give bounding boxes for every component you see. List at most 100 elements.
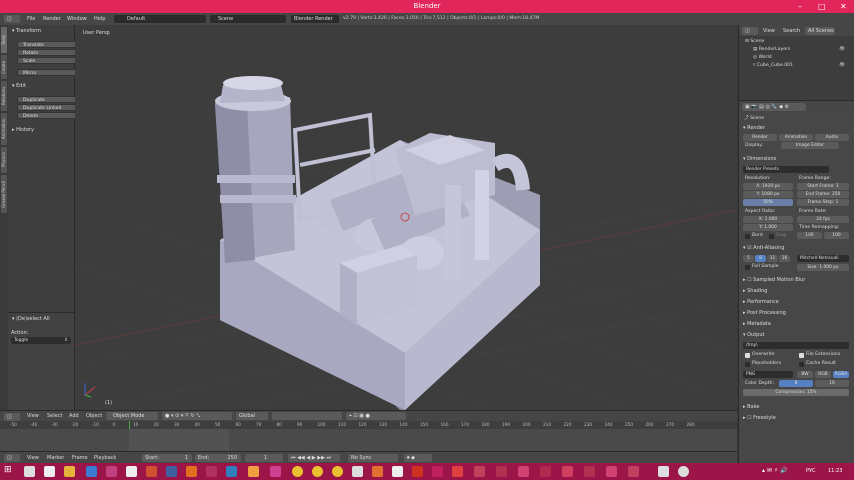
translate-button[interactable]: Translate <box>17 41 78 48</box>
transform-panel-header[interactable]: ▾ Transform <box>12 28 41 34</box>
playback-controls[interactable]: ⏮ ◀◀ ◀ ▶ ▶▶ ⏭ <box>288 454 340 462</box>
blender-icon[interactable] <box>248 466 259 477</box>
tab-physics[interactable]: Physics <box>1 147 7 173</box>
history-panel-header[interactable]: ▸ History <box>12 127 34 133</box>
taskbar-app-icon[interactable] <box>658 466 669 477</box>
menu-file[interactable]: File <box>27 16 35 22</box>
taskbar-app-icon[interactable] <box>628 466 639 477</box>
menu-window[interactable]: Window <box>67 16 87 22</box>
taskbar-app-icon[interactable] <box>270 466 281 477</box>
timeline-menu-marker[interactable]: Marker <box>47 455 64 461</box>
aa-panel-header[interactable]: ▾ ☑ Anti-Aliasing <box>743 245 784 251</box>
taskbar-app-icon[interactable] <box>606 466 617 477</box>
aa-size-field[interactable]: Size: 1.000 px <box>797 264 849 271</box>
rgba-button[interactable]: RGBA <box>833 371 849 378</box>
start-frame-prop-field[interactable]: Start Frame: 1 <box>797 183 849 190</box>
aa-filter-dropdown[interactable]: Mitchell-Netravali <box>797 255 849 262</box>
render-panel-header[interactable]: ▾ Render <box>743 125 765 131</box>
action-dropdown[interactable]: Toggle ⇕ <box>11 337 71 344</box>
rotate-button[interactable]: Rotate <box>17 49 78 56</box>
taskbar-app-icon[interactable] <box>226 466 237 477</box>
scene-selector[interactable]: Scene <box>210 15 286 23</box>
menu-render[interactable]: Render <box>43 16 61 22</box>
dimensions-panel-header[interactable]: ▾ Dimensions <box>743 156 776 162</box>
orientation-selector[interactable]: Global <box>236 412 268 420</box>
outliner-item-scene[interactable]: ⊟ Scene <box>745 39 764 44</box>
taskbar-app-icon[interactable] <box>412 466 423 477</box>
taskbar-app-icon[interactable] <box>562 466 573 477</box>
snap-tools[interactable]: ⌖ ⊡ ▣ ● <box>346 412 406 420</box>
rgb-button[interactable]: RGB <box>815 371 831 378</box>
taskbar-app-icon[interactable] <box>474 466 485 477</box>
tab-tools[interactable]: Tools <box>1 27 7 53</box>
view3d-editor-icon[interactable]: ◫ <box>4 413 20 421</box>
tray-icons[interactable]: ▴ ✉ ⚡ 🔊 <box>762 467 787 474</box>
mirror-button[interactable]: Mirror <box>17 69 78 76</box>
depth-16-button[interactable]: 16 <box>815 380 849 387</box>
display-dropdown[interactable]: Image Editor <box>781 142 839 149</box>
end-frame-field[interactable]: End: 250 <box>195 454 241 462</box>
resolution-percentage-slider[interactable]: 50% <box>743 199 793 206</box>
panel-shading[interactable]: ▸ Shading <box>743 288 767 294</box>
taskbar-app-icon[interactable] <box>44 466 55 477</box>
timeline-editor-icon[interactable]: ◫ <box>4 454 20 462</box>
panel-metadata[interactable]: ▸ Metadata <box>743 321 771 327</box>
placeholders-checkbox[interactable] <box>745 362 750 367</box>
timeline[interactable]: -50 -40 -30 -20 -10 0 10 20 30 40 50 60 70 80 90 100 110… <box>0 421 737 451</box>
full-sample-checkbox[interactable] <box>745 265 750 270</box>
aa-5-button[interactable]: 5 <box>743 255 754 262</box>
depth-8-button[interactable]: 8 <box>779 380 813 387</box>
visibility-icon[interactable]: 👁 <box>839 63 845 68</box>
panel-bake[interactable]: ▸ Bake <box>743 404 759 410</box>
menu-object[interactable]: Object <box>86 413 102 419</box>
close-icon[interactable]: ✕ <box>840 2 847 11</box>
panel-performance[interactable]: ▸ Performance <box>743 299 779 305</box>
folder-icon[interactable] <box>64 466 75 477</box>
border-checkbox[interactable] <box>745 234 750 239</box>
render-presets-dropdown[interactable]: Render Presets <box>743 166 829 173</box>
taskbar-app-icon[interactable] <box>166 466 177 477</box>
tab-grease-pencil[interactable]: Grease Pencil <box>1 175 7 213</box>
layout-selector[interactable]: Default <box>114 15 206 23</box>
duplicate-button[interactable]: Duplicate <box>17 96 78 103</box>
taskbar-app-icon[interactable] <box>292 466 303 477</box>
timeline-menu-playback[interactable]: Playback <box>94 455 116 461</box>
clock[interactable]: 11:23 <box>828 468 842 474</box>
compression-slider[interactable]: Compression: 15% <box>743 389 849 396</box>
property-context-tabs[interactable]: ▣ 📷 ▤ ◎ 🔧 ◆ ⚙ <box>742 103 806 111</box>
resolution-y-field[interactable]: Y: 1080 px <box>743 191 793 198</box>
outliner-item-renderlayers[interactable]: ▤ RenderLayers <box>753 47 790 52</box>
file-format-dropdown[interactable]: PNG <box>743 371 793 378</box>
taskbar-app-icon[interactable] <box>392 466 403 477</box>
aa-11-button[interactable]: 11 <box>767 255 778 262</box>
render-image-button[interactable]: Render <box>743 134 777 141</box>
taskbar-app-icon[interactable] <box>106 466 117 477</box>
keying-icons[interactable]: ⏺ ◆ <box>404 454 432 462</box>
sync-selector[interactable]: No Sync <box>348 454 398 462</box>
aa-16-button[interactable]: 16 <box>779 255 790 262</box>
output-panel-header[interactable]: ▾ Output <box>743 332 764 338</box>
render-audio-button[interactable]: Audio <box>815 134 849 141</box>
remap-old-field[interactable]: 100 <box>797 232 822 239</box>
aspect-y-field[interactable]: Y: 1.000 <box>743 224 793 231</box>
render-animation-button[interactable]: Animation <box>779 134 813 141</box>
taskbar-app-icon[interactable] <box>496 466 507 477</box>
menu-help[interactable]: Help <box>94 16 105 22</box>
taskbar-app-icon[interactable] <box>86 466 97 477</box>
timeline-menu-view[interactable]: View <box>27 455 39 461</box>
home-icon[interactable] <box>126 466 137 477</box>
taskbar-app-icon[interactable] <box>432 466 443 477</box>
taskbar-app-icon[interactable] <box>332 466 343 477</box>
tab-create[interactable]: Create <box>1 55 7 79</box>
start-frame-field[interactable]: Start: 1 <box>142 454 192 462</box>
render-engine-selector[interactable]: Blender Render <box>291 15 339 23</box>
shading-pivot-icons[interactable]: ● ▾ ⊙ ▾ ⤧ ↻ ⤡ <box>162 412 232 420</box>
bw-button[interactable]: BW <box>797 371 813 378</box>
menu-select[interactable]: Select <box>47 413 62 419</box>
taskbar-app-icon[interactable] <box>518 466 529 477</box>
aspect-x-field[interactable]: X: 1.000 <box>743 216 793 223</box>
overwrite-checkbox[interactable] <box>745 353 750 358</box>
delete-button[interactable]: Delete <box>17 112 78 119</box>
operator-header[interactable]: ▾ (De)select All <box>12 316 50 322</box>
outliner-item-world[interactable]: ◎ World <box>753 55 772 60</box>
